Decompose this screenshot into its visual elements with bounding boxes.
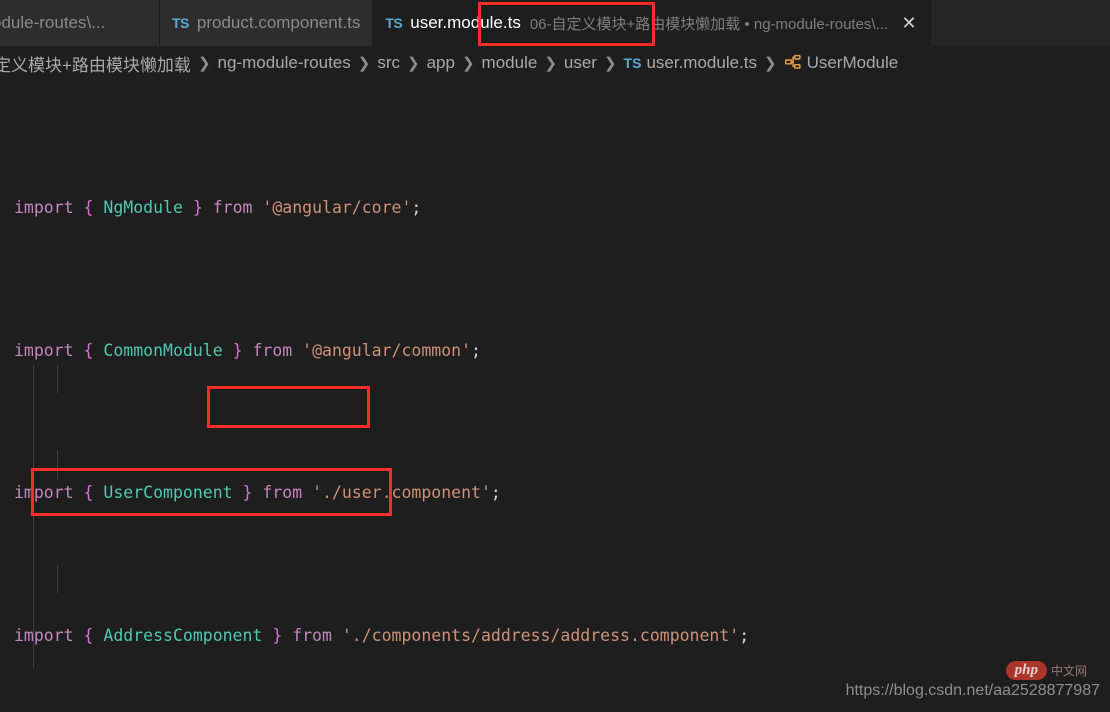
editor-tab-user-module-description: 06-自定义模块+路由模块懒加载 • ng-module-routes\... [529,15,889,33]
php-logo-text: php [1005,661,1047,680]
editor-tab-bar: odule-routes\... TS product.component.ts… [0,0,1110,46]
php-watermark-logo: php 中文网 [1005,661,1087,680]
editor-tab-user-module-label: user.module.ts [410,13,521,32]
editor-tab-product-component[interactable]: TS product.component.ts [160,0,374,46]
breadcrumb-item-workspace[interactable]: 定义模块+路由模块懒加载 [0,51,191,76]
editor-tab-user-module[interactable]: TS user.module.ts 06-自定义模块+路由模块懒加载 • ng-… [373,0,932,46]
chevron-right-icon: ❯ [461,55,475,72]
close-icon[interactable]: ✕ [900,14,918,32]
breadcrumb-item-usermodule-symbol[interactable]: UserModule [807,53,899,73]
editor-tab-truncated[interactable]: odule-routes\... [0,0,160,46]
ts-file-icon: TS [623,55,642,71]
chevron-right-icon: ❯ [407,55,420,72]
code-editor[interactable]: import { NgModule } from '@angular/core'… [0,80,1110,712]
code-line[interactable]: import { NgModule } from '@angular/core'… [0,194,1110,223]
code-line[interactable]: import { CommonModule } from '@angular/c… [0,337,1110,366]
breadcrumb: 定义模块+路由模块懒加载 ❯ ng-module-routes ❯ src ❯ … [0,46,1110,80]
typescript-file-icon: TS [385,15,403,31]
chevron-right-icon: ❯ [544,55,557,72]
chevron-right-icon: ❯ [357,55,371,72]
chevron-right-icon: ❯ [603,55,617,72]
vscode-window: odule-routes\... TS product.component.ts… [0,0,1110,712]
typescript-file-icon: TS [172,15,189,31]
chevron-right-icon: ❯ [197,55,211,72]
blog-url-watermark: https://blog.csdn.net/aa2528877987 [845,682,1100,699]
code-line[interactable]: import { UserComponent } from './user.co… [0,479,1110,508]
code-content[interactable]: import { NgModule } from '@angular/core'… [0,80,1110,712]
breadcrumb-item-ng-module-routes[interactable]: ng-module-routes [218,53,351,73]
breadcrumb-item-src[interactable]: src [377,53,400,73]
class-symbol-icon [784,53,802,76]
php-logo-subtext: 中文网 [1050,664,1087,678]
tab-bar-filler [931,0,1110,46]
chevron-right-icon: ❯ [764,55,777,72]
breadcrumb-item-module[interactable]: module [482,53,538,73]
breadcrumb-item-user-module-ts[interactable]: user.module.ts [646,53,757,73]
editor-tab-product-component-label: product.component.ts [196,13,361,32]
breadcrumb-item-user[interactable]: user [564,53,597,73]
code-line[interactable]: import { AddressComponent } from './comp… [0,622,1110,651]
editor-tab-truncated-label: odule-routes\... [0,13,106,32]
breadcrumb-item-app[interactable]: app [427,53,455,73]
